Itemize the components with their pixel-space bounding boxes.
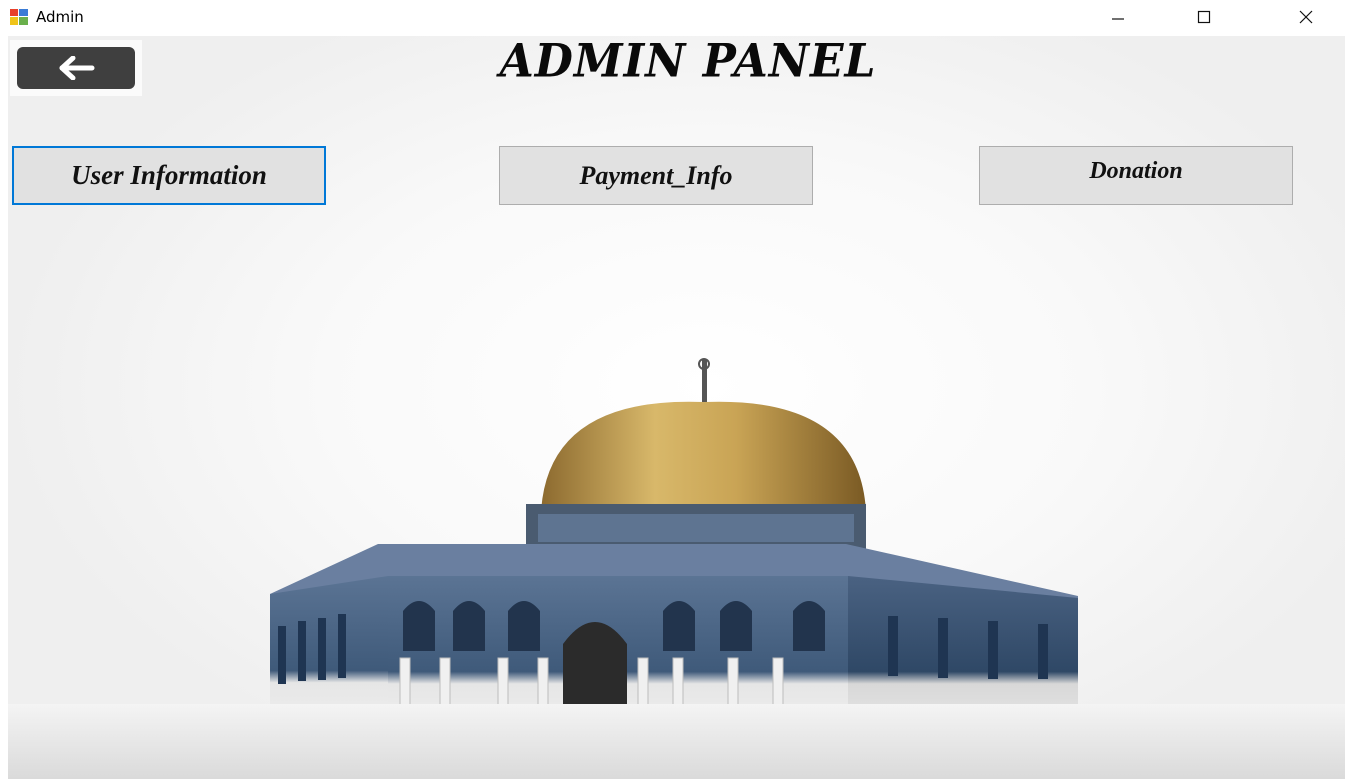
donation-button[interactable]: Donation bbox=[979, 146, 1293, 205]
admin-panel-form: ADMIN PANEL User Information Payment_Inf… bbox=[8, 36, 1345, 779]
close-button[interactable] bbox=[1283, 0, 1329, 34]
minimize-icon bbox=[1112, 18, 1124, 20]
minimize-button[interactable] bbox=[1095, 0, 1141, 34]
maximize-icon bbox=[1197, 10, 1211, 24]
back-button[interactable] bbox=[10, 40, 142, 96]
user-information-button[interactable]: User Information bbox=[12, 146, 326, 205]
arrow-left-icon bbox=[59, 56, 95, 80]
app-icon bbox=[10, 9, 28, 25]
page-title: ADMIN PANEL bbox=[499, 36, 877, 89]
window-titlebar: Admin bbox=[0, 0, 1345, 36]
ground bbox=[8, 704, 1345, 779]
window-title: Admin bbox=[36, 8, 84, 26]
maximize-button[interactable] bbox=[1181, 0, 1227, 34]
close-icon bbox=[1299, 10, 1313, 24]
back-button-face bbox=[17, 47, 135, 89]
payment-info-button[interactable]: Payment_Info bbox=[499, 146, 813, 205]
